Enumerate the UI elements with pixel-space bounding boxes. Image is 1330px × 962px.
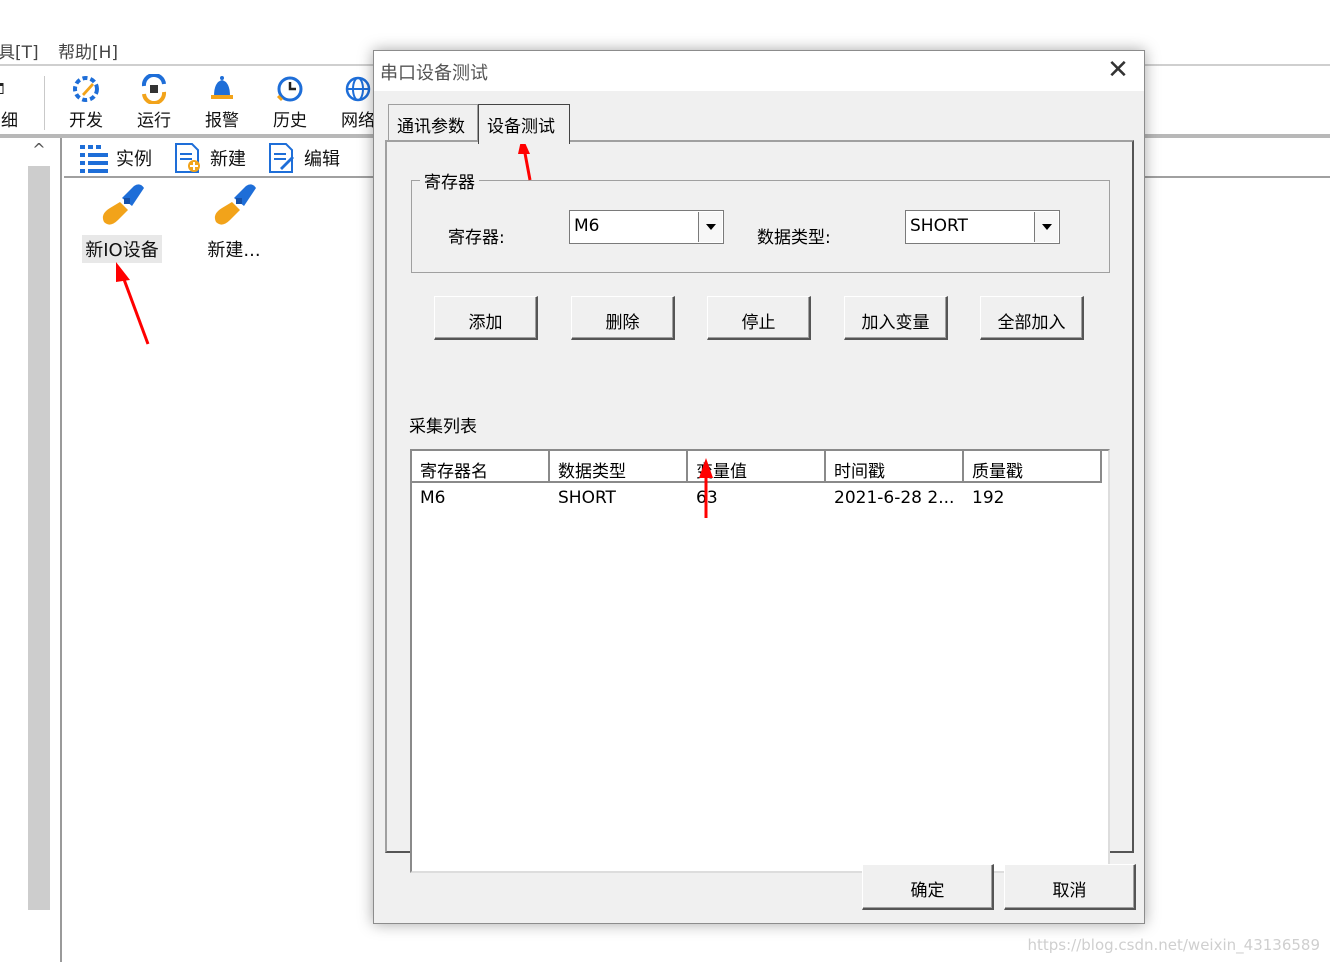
dialog-titlebar[interactable]: 串口设备测试 ✕ (374, 51, 1144, 91)
dialog-title: 串口设备测试 (380, 63, 488, 84)
add-all-button[interactable]: 全部加入 (980, 296, 1084, 340)
chevron-down-icon[interactable] (698, 212, 722, 242)
edit-doc-icon (269, 143, 294, 173)
menu-tools[interactable]: 具[T] (0, 38, 39, 63)
datatype-select-value: SHORT (910, 216, 968, 236)
usb-device-icon (102, 184, 144, 225)
register-groupbox: 寄存器 寄存器: M6 数据类型: SHORT (411, 168, 1110, 273)
subtoolbar-instance-button[interactable]: 实例 (78, 140, 152, 176)
annotation-arrow (699, 458, 713, 518)
delete-button[interactable]: 删除 (571, 296, 675, 340)
serial-device-test-dialog: 串口设备测试 ✕ 通讯参数 设备测试 寄存器 寄存器: M6 数据类型: SHO… (373, 50, 1145, 924)
device-new-label: 新建... (207, 240, 261, 261)
vertical-scrollbar[interactable] (28, 166, 50, 910)
gear-pencil-icon (73, 76, 99, 102)
column-quality[interactable]: 质量戳 (964, 451, 1102, 483)
device-test-panel: 寄存器 寄存器: M6 数据类型: SHORT 添加 删除 停止 加入变量 全部… (385, 140, 1134, 873)
menu-bar: 具[T] 帮助[H] (0, 30, 380, 64)
annotation-arrow (116, 262, 150, 345)
toolbar-separator (44, 76, 45, 130)
grid-icon (80, 145, 108, 173)
toolbar-history-button[interactable]: 历史 (260, 70, 320, 132)
register-label: 寄存器: (448, 228, 505, 248)
cell-timestamp: 2021-6-28 2... (834, 488, 955, 508)
device-new[interactable]: 新建... (184, 180, 284, 263)
stop-button[interactable]: 停止 (707, 296, 811, 340)
globe-icon (345, 76, 371, 102)
collect-listview[interactable]: 寄存器名 数据类型 变量值 时间戳 质量戳 M6 SHORT 63 2021-6… (410, 449, 1110, 873)
cancel-button[interactable]: 取消 (1004, 864, 1136, 910)
subtoolbar-edit-button[interactable]: 编辑 (266, 140, 340, 176)
subtoolbar-new-button[interactable]: 新建 (172, 140, 246, 176)
menu-help[interactable]: 帮助[H] (58, 38, 118, 63)
add-variable-button[interactable]: 加入变量 (844, 296, 948, 340)
bell-icon (211, 76, 233, 99)
subtoolbar-new-label: 新建 (210, 149, 246, 170)
scroll-up-arrow[interactable]: ^ (28, 140, 50, 164)
subtoolbar-instance-label: 实例 (116, 149, 152, 170)
toolbar-run-label: 运行 (137, 111, 171, 131)
watermark: https://blog.csdn.net/weixin_43136589 (1027, 936, 1320, 954)
document-icon (0, 83, 4, 94)
subtoolbar-edit-label: 编辑 (304, 149, 340, 170)
column-data-type[interactable]: 数据类型 (550, 451, 688, 483)
toolbar-develop-label: 开发 (69, 111, 103, 131)
register-select-value: M6 (574, 216, 600, 236)
cell-quality: 192 (972, 488, 1005, 508)
toolbar-develop-button[interactable]: 开发 (56, 70, 116, 132)
register-group-title: 寄存器 (420, 168, 479, 193)
datatype-select[interactable]: SHORT (905, 210, 1060, 244)
table-row[interactable]: M6 SHORT 63 2021-6-28 2... 192 (412, 485, 1102, 513)
clock-icon (276, 76, 303, 102)
toolbar-history-label: 历史 (273, 111, 307, 131)
device-new-io[interactable]: 新IO设备 (72, 180, 172, 263)
toolbar-alarm-button[interactable]: 报警 (192, 70, 252, 132)
toolbar-detail-button[interactable]: 细 (0, 70, 20, 132)
add-button[interactable]: 添加 (434, 296, 538, 340)
tab-comm-params[interactable]: 通讯参数 (388, 104, 478, 140)
run-icon (141, 74, 167, 104)
toolbar-alarm-label: 报警 (205, 111, 239, 131)
toolbar-detail-label: 细 (1, 111, 18, 131)
ok-button[interactable]: 确定 (862, 864, 994, 910)
cell-data-type: SHORT (558, 488, 616, 508)
new-doc-icon (175, 143, 200, 173)
register-select[interactable]: M6 (569, 210, 724, 244)
toolbar-run-button[interactable]: 运行 (124, 70, 184, 132)
tab-device-test[interactable]: 设备测试 (478, 104, 570, 144)
column-timestamp[interactable]: 时间戳 (826, 451, 964, 483)
collect-list-title: 采集列表 (409, 417, 477, 437)
cell-register-name: M6 (420, 488, 446, 508)
column-register-name[interactable]: 寄存器名 (412, 451, 550, 483)
list-header: 寄存器名 数据类型 变量值 时间戳 质量戳 (412, 451, 1102, 483)
chevron-down-icon[interactable] (1034, 212, 1058, 242)
datatype-label: 数据类型: (757, 228, 831, 248)
close-icon[interactable]: ✕ (1104, 57, 1132, 85)
main-toolbar: 细 开发 运行 报警 历史 网络 (0, 66, 380, 134)
usb-device-icon (214, 184, 256, 225)
